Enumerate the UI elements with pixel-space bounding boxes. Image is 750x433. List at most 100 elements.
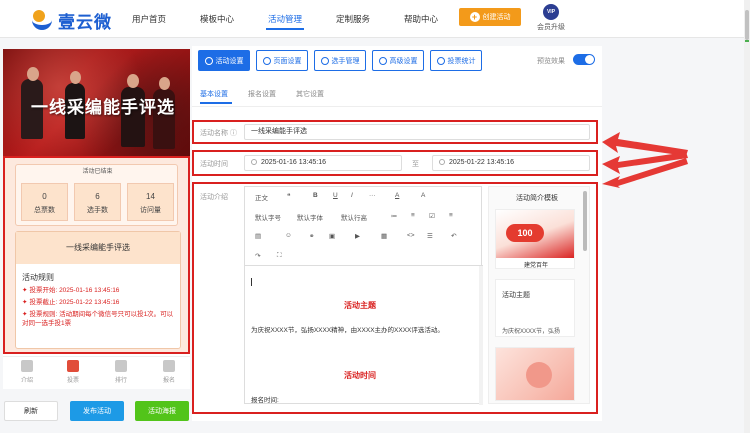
content-theme-text: 为庆祝XXXX节，弘扬XXXX精神，由XXXX主办的XXXX评选活动。 bbox=[251, 327, 444, 334]
font-family-select[interactable]: 默认字体 bbox=[297, 212, 323, 222]
underline-icon[interactable]: U bbox=[333, 192, 338, 199]
rules-card-title: 一线采编能手评选 bbox=[16, 232, 180, 264]
brand-name: 壹云微 bbox=[58, 13, 112, 32]
tab-signup[interactable]: 报名 bbox=[157, 360, 181, 384]
subtab-indicator bbox=[200, 102, 232, 104]
tab-vote[interactable]: 投票 bbox=[61, 360, 85, 384]
font-color-icon[interactable]: A bbox=[395, 192, 399, 199]
paragraph-select[interactable]: 正文 bbox=[255, 192, 268, 202]
editor-scrollbar[interactable] bbox=[479, 266, 483, 405]
tab-other-settings[interactable]: 其它设置 bbox=[296, 89, 324, 99]
nav-item-help[interactable]: 帮助中心 bbox=[404, 13, 438, 25]
align-icon[interactable]: ≡ bbox=[449, 212, 453, 219]
end-time-input[interactable]: 2025-01-22 13:45:16 bbox=[432, 155, 590, 171]
start-time-input[interactable]: 2025-01-16 13:45:16 bbox=[244, 155, 402, 171]
tab-intro[interactable]: 介绍 bbox=[15, 360, 39, 384]
publish-button[interactable]: 发布活动 bbox=[70, 401, 124, 421]
clock-icon bbox=[251, 159, 257, 165]
template-card-1[interactable]: 100 建党百年 bbox=[495, 209, 575, 269]
video-icon[interactable]: ▶ bbox=[355, 232, 360, 240]
tab-ranking[interactable]: 排行 bbox=[109, 360, 133, 384]
star-icon: ✦ bbox=[22, 299, 28, 306]
annotation-arrows bbox=[602, 132, 688, 188]
todo-icon[interactable]: ☑ bbox=[429, 212, 435, 220]
redo-icon[interactable]: ↷ bbox=[255, 252, 260, 260]
preview-toggle[interactable] bbox=[573, 54, 595, 65]
vip-badge-icon: VIP bbox=[543, 4, 559, 20]
activity-name-label: 活动名称 bbox=[200, 130, 228, 137]
template-card-2-text: 为庆祝XXXX节，弘扬 bbox=[502, 329, 561, 335]
template-card-3[interactable] bbox=[495, 347, 575, 401]
template-panel: 活动简介模板 100 建党百年 活动主题 为庆祝XXXX节，弘扬 bbox=[488, 186, 590, 404]
sliders-icon bbox=[378, 56, 387, 65]
preview-tabbar: 介绍 投票 排行 报名 bbox=[3, 356, 190, 389]
users-icon bbox=[320, 56, 329, 65]
text-caret bbox=[251, 278, 252, 286]
table-icon[interactable]: ▦ bbox=[381, 232, 387, 240]
divider-icon[interactable]: ☰ bbox=[427, 232, 433, 240]
editor-toolbar-row: ↷ ⛶ bbox=[245, 247, 483, 267]
nav-item-activity[interactable]: 活动管理 bbox=[268, 13, 302, 25]
content-time-text: 报名时间: bbox=[251, 397, 279, 404]
font-size-select[interactable]: 默认字号 bbox=[255, 212, 281, 222]
rule-end: ✦ 投票截止: 2025-01-22 13:45:16 bbox=[22, 299, 120, 306]
code-icon[interactable]: <> bbox=[407, 232, 415, 239]
page-settings-button[interactable]: 页面设置 bbox=[256, 50, 308, 71]
help-icon[interactable]: ⓘ bbox=[230, 128, 237, 138]
contestant-manage-button[interactable]: 选手管理 bbox=[314, 50, 366, 71]
emoji-icon[interactable]: ☺ bbox=[285, 232, 292, 239]
numbered-list-icon[interactable]: ≡ bbox=[411, 212, 415, 219]
template-decor-icon bbox=[526, 362, 552, 388]
banner-image: 一线采编能手评选 bbox=[3, 49, 190, 156]
tab-signup-settings[interactable]: 报名设置 bbox=[248, 89, 276, 99]
plus-icon bbox=[204, 56, 213, 65]
nav-active-indicator bbox=[266, 28, 304, 30]
vote-stats-button[interactable]: 投票统计 bbox=[430, 50, 482, 71]
page-scrollbar[interactable] bbox=[744, 0, 750, 433]
rich-text-editor[interactable]: 正文 ❝ B U I ··· A A 默认字号 默认字体 默认行高 ≔ ≡ ☑ … bbox=[244, 186, 483, 405]
editor-toolbar-row: ▤ ☺ ⚭ ▣ ▶ ▦ <> ☰ ↶ bbox=[245, 227, 483, 247]
vote-icon bbox=[67, 360, 79, 372]
bullet-list-icon[interactable]: ≔ bbox=[391, 212, 398, 220]
indent-icon[interactable]: ▤ bbox=[255, 232, 261, 240]
refresh-button[interactable]: 刷新 bbox=[4, 401, 58, 421]
template-card-1-caption: 建党百年 bbox=[523, 263, 548, 269]
plus-icon: + bbox=[469, 12, 480, 22]
logo[interactable]: 壹云微 bbox=[32, 8, 112, 33]
link-icon[interactable]: ⚭ bbox=[309, 232, 314, 240]
italic-icon[interactable]: I bbox=[351, 192, 353, 199]
line-height-select[interactable]: 默认行高 bbox=[341, 212, 367, 222]
tab-basic-settings[interactable]: 基本设置 bbox=[200, 89, 228, 99]
nav-item-home[interactable]: 用户首页 bbox=[132, 13, 166, 25]
clock-icon bbox=[439, 159, 445, 165]
bg-color-icon[interactable]: A bbox=[421, 192, 425, 199]
arrow-icon bbox=[602, 132, 688, 156]
activity-settings-button[interactable]: 活动设置 bbox=[198, 50, 250, 71]
more-icon[interactable]: ··· bbox=[369, 192, 376, 199]
advanced-settings-button[interactable]: 高级设置 bbox=[372, 50, 424, 71]
create-activity-label: 创建活动 bbox=[482, 14, 511, 21]
poster-button[interactable]: 活动海报 bbox=[135, 401, 189, 421]
activity-name-input[interactable]: 一线采编能手评选 bbox=[244, 124, 590, 140]
template-card-2[interactable]: 活动主题 为庆祝XXXX节，弘扬 bbox=[495, 279, 575, 337]
create-activity-button[interactable]: + 创建活动 bbox=[459, 8, 521, 26]
bold-icon[interactable]: B bbox=[313, 192, 318, 199]
stats-card: 活动已结束 0 总票数 6 选手数 14 访问量 bbox=[15, 164, 178, 226]
quote-icon[interactable]: ❝ bbox=[287, 192, 291, 200]
nav-item-custom[interactable]: 定制服务 bbox=[336, 13, 370, 25]
undo-icon[interactable]: ↶ bbox=[451, 232, 456, 240]
template-scrollbar[interactable] bbox=[583, 191, 587, 251]
time-separator: 至 bbox=[412, 161, 419, 168]
vip-label: 会员升级 bbox=[537, 24, 565, 31]
nav-item-templates[interactable]: 模板中心 bbox=[200, 13, 234, 25]
editor-content-area[interactable]: 活动主题 为庆祝XXXX节，弘扬XXXX精神，由XXXX主办的XXXX评选活动。… bbox=[245, 265, 483, 405]
rule-vote: ✦ 投票规则: 活动期间每个微信号只可以投1次。可以对同一选手投1票 bbox=[22, 311, 174, 327]
settings-panel: 活动设置 页面设置 选手管理 高级设置 投票统计 预览效果 基本设置 报名设置 … bbox=[192, 46, 602, 421]
logo-icon bbox=[32, 9, 54, 32]
vip-upgrade[interactable]: VIP 会员升级 bbox=[536, 4, 566, 32]
preview-content: 活动已结束 0 总票数 6 选手数 14 访问量 一线采编能手评选 活动规则 ✦… bbox=[3, 156, 190, 354]
fullscreen-icon[interactable]: ⛶ bbox=[277, 252, 282, 260]
banner-title: 一线采编能手评选 bbox=[31, 98, 175, 117]
rules-heading: 活动规则 bbox=[22, 273, 54, 282]
image-icon[interactable]: ▣ bbox=[329, 232, 335, 240]
